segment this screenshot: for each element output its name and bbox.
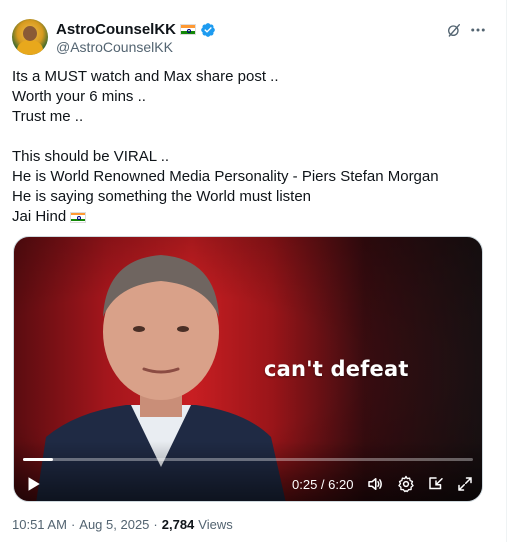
- tweet-date[interactable]: Aug 5, 2025: [79, 517, 149, 532]
- tweet-line: He is World Renowned Media Personality -…: [12, 168, 439, 185]
- avatar[interactable]: [12, 19, 48, 55]
- indian-flag-icon: [70, 211, 87, 223]
- meta-separator: ·: [70, 517, 76, 532]
- tweet-meta: 10:51 AM · Aug 5, 2025 · 2,784 Views: [12, 517, 233, 532]
- tweet-text: Its a MUST watch and Max share post .. W…: [12, 67, 492, 227]
- verified-badge-icon[interactable]: [200, 22, 216, 38]
- grok-icon[interactable]: [446, 22, 462, 38]
- meta-separator: ·: [153, 517, 158, 532]
- video-progress-fill: [23, 458, 53, 461]
- video-caption: can't defeat: [264, 357, 409, 381]
- indian-flag-icon: [180, 24, 197, 35]
- tweet-line: He is saying something the World must li…: [12, 188, 312, 205]
- tweet-line: This should be VIRAL ..: [12, 148, 170, 165]
- settings-icon[interactable]: [397, 475, 415, 493]
- views-count: 2,784: [161, 517, 195, 532]
- tweet-line: Trust me ..: [12, 108, 84, 125]
- tweet-line: Its a MUST watch and Max share post ..: [12, 68, 279, 85]
- more-icon[interactable]: [469, 22, 487, 38]
- video-time: 0:25 / 6:20: [292, 477, 354, 492]
- tweet-time[interactable]: 10:51 AM: [12, 517, 67, 532]
- play-icon[interactable]: [24, 475, 42, 493]
- author-name-row: AstroCounselKK: [56, 21, 216, 38]
- tweet-card: AstroCounselKK @AstroCounselKK Its a MUS…: [0, 0, 507, 542]
- tweet-line-last: Jai Hind: [12, 207, 492, 227]
- volume-icon[interactable]: [366, 475, 384, 493]
- avatar-face: [23, 26, 37, 41]
- views-label: Views: [198, 517, 233, 532]
- author-handle[interactable]: @AstroCounselKK: [56, 39, 173, 55]
- video-player[interactable]: can't defeat 0:25 / 6:20: [13, 236, 483, 502]
- video-progress-bar[interactable]: [23, 458, 473, 461]
- tweet-line: Worth your 6 mins ..: [12, 88, 146, 105]
- tweet-line-text: Jai Hind: [12, 208, 67, 225]
- avatar-body: [17, 40, 43, 55]
- fullscreen-icon[interactable]: [456, 475, 474, 493]
- display-name[interactable]: AstroCounselKK: [56, 21, 176, 38]
- pip-icon[interactable]: [427, 475, 445, 493]
